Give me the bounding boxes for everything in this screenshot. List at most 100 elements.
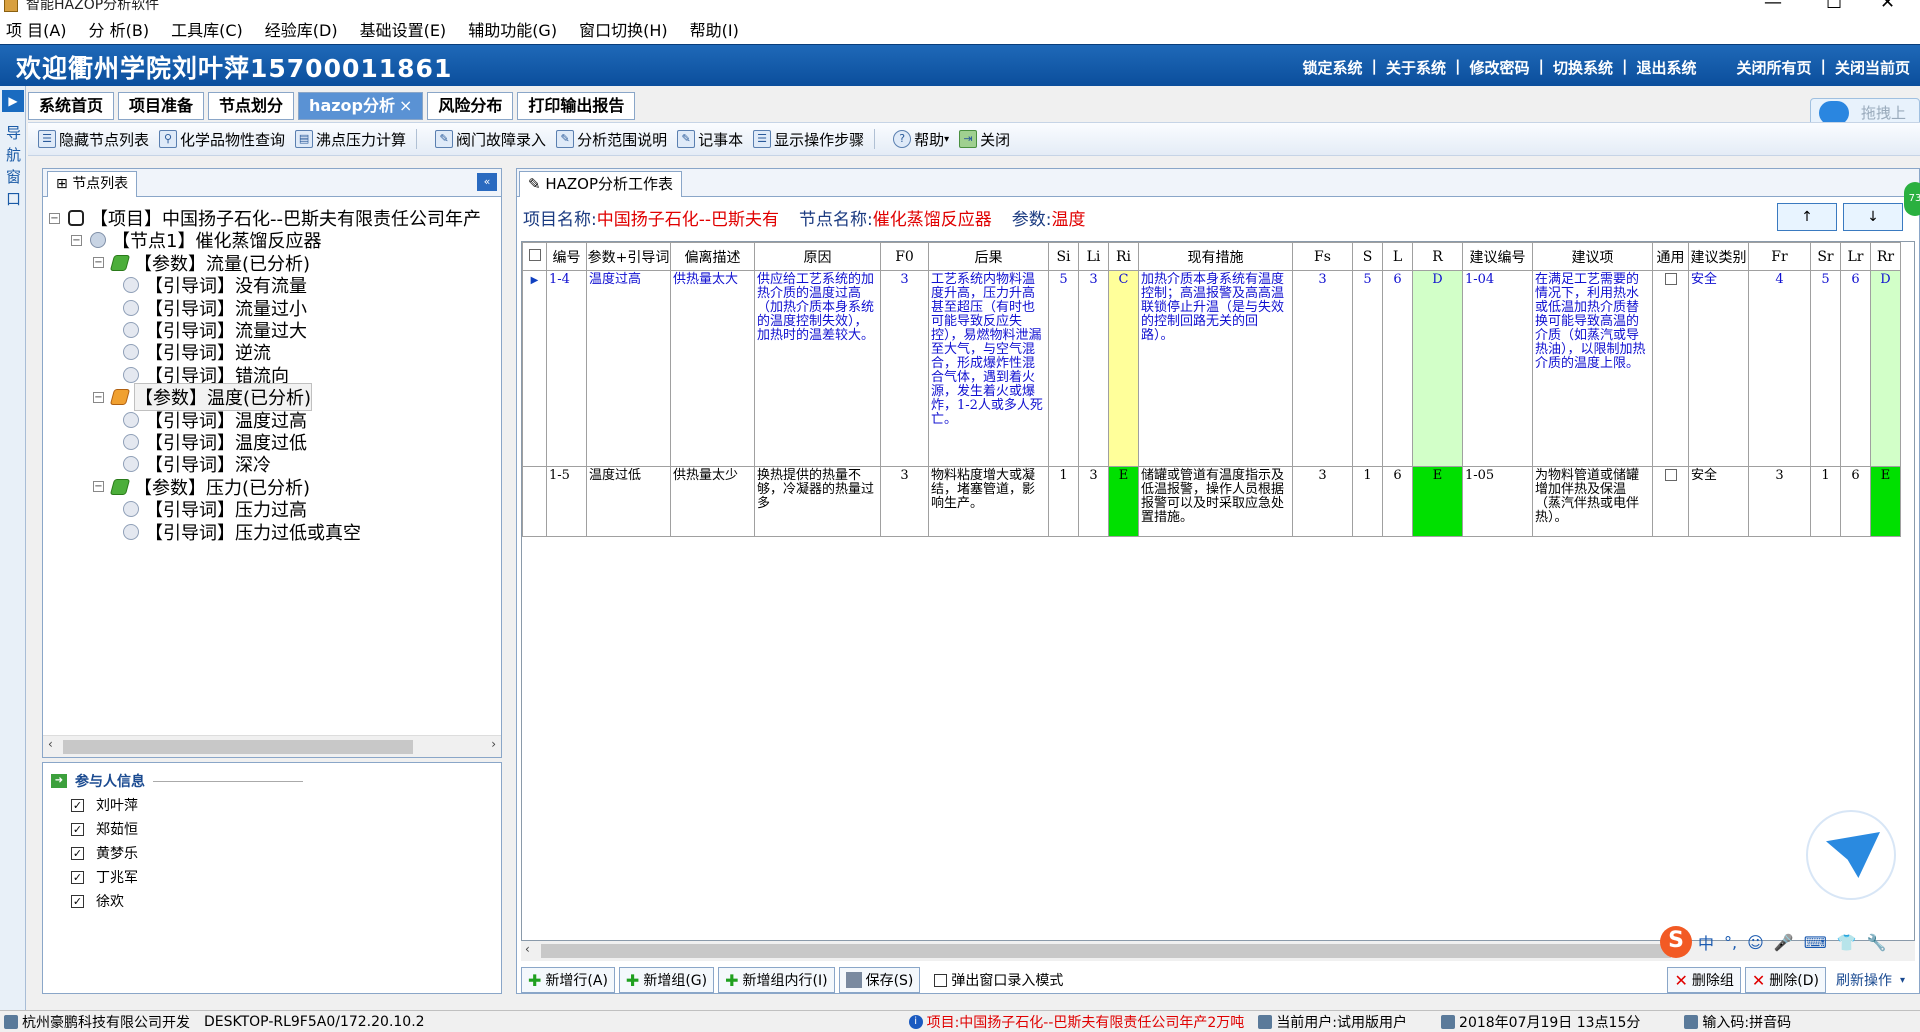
cell-ri[interactable]: C — [1108, 270, 1139, 467]
participant-item[interactable]: ✓ 丁兆军 — [71, 867, 138, 887]
notepad-button[interactable]: ✎ 记事本 — [677, 129, 743, 150]
about-system-link[interactable]: 关于系统 — [1386, 57, 1446, 78]
valve-fault-button[interactable]: ✎ 阀门故障录入 — [435, 129, 546, 150]
participant-item[interactable]: ✓ 郑茹恒 — [71, 819, 138, 839]
general-checkbox[interactable] — [1664, 273, 1677, 285]
delete-button[interactable]: ✕ 删除(D) — [1744, 967, 1826, 993]
column-header[interactable]: F0 — [880, 242, 929, 271]
column-header[interactable]: Rr — [1870, 242, 1901, 271]
move-up-button[interactable]: ↑ — [1777, 203, 1837, 231]
cell-s[interactable]: 5 — [1352, 270, 1383, 467]
column-header[interactable]: Fs — [1292, 242, 1353, 271]
menu-project[interactable]: 项 目(A) — [6, 17, 67, 41]
chemical-query-button[interactable]: ⚲ 化学品物性查询 — [159, 129, 285, 150]
nav-window-strip[interactable]: ▶ 导航窗口 — [0, 86, 26, 1010]
menu-window[interactable]: 窗口切换(H) — [579, 17, 668, 41]
cell-f0[interactable]: 3 — [880, 466, 929, 537]
delete-group-button[interactable]: ✕ 删除组 — [1667, 967, 1741, 993]
move-down-button[interactable]: ↓ — [1843, 203, 1903, 231]
node-list-tab[interactable]: ⊞ 节点列表 — [47, 171, 138, 197]
collapse-toggle-icon[interactable]: − — [93, 481, 104, 493]
floating-badge[interactable]: 73 — [1904, 182, 1920, 216]
worksheet-tab[interactable]: ✎ HAZOP分析工作表 — [519, 171, 683, 197]
tab-project-prep[interactable]: 项目准备 — [118, 92, 205, 120]
column-header[interactable]: L — [1382, 242, 1413, 271]
cell-id[interactable]: 1-4 — [546, 270, 587, 467]
column-header[interactable]: 建议类别 — [1688, 242, 1749, 271]
cell-sr[interactable]: 5 — [1810, 270, 1841, 467]
cell-li[interactable]: 3 — [1078, 466, 1109, 537]
participant-item[interactable]: ✓ 刘叶萍 — [71, 795, 138, 815]
column-header[interactable]: Sr — [1810, 242, 1841, 271]
tree-node-guide[interactable]: 【引导词】压力过低或真空 — [123, 519, 361, 545]
scroll-right-icon[interactable]: › — [491, 737, 496, 751]
scroll-thumb[interactable] — [63, 740, 413, 754]
cell-l[interactable]: 6 — [1382, 270, 1413, 467]
column-header[interactable]: 偏离描述 — [670, 242, 755, 271]
column-header[interactable]: 编号 — [546, 242, 587, 271]
cell-rr[interactable]: D — [1870, 270, 1901, 467]
checkbox-checked[interactable]: ✓ — [71, 798, 84, 812]
close-button[interactable]: ⇥ 关闭 — [959, 129, 1010, 150]
collapse-toggle-icon[interactable]: − — [71, 234, 82, 246]
table-row[interactable]: 1-5 温度过低 供热量太少 换热提供的热量不够，冷凝器的热量过多 3 物料粘度… — [522, 466, 1901, 537]
participant-item[interactable]: ✓ 黄梦乐 — [71, 843, 138, 863]
tab-print-report[interactable]: 打印输出报告 — [517, 92, 636, 120]
save-button[interactable]: 保存(S) — [838, 967, 921, 993]
column-header[interactable]: S — [1352, 242, 1383, 271]
assistant-bird-icon[interactable] — [1806, 810, 1896, 900]
add-group-button[interactable]: ✚ 新增组(G) — [618, 967, 715, 993]
checkbox-checked[interactable]: ✓ — [71, 822, 84, 836]
column-header[interactable]: Ri — [1108, 242, 1139, 271]
scroll-left-icon[interactable]: ‹ — [48, 737, 53, 751]
cell-suggestion[interactable]: 为物料管道或储罐增加伴热及保温（蒸汽伴热或电伴热）。 — [1532, 466, 1653, 537]
cell-category[interactable]: 安全 — [1688, 466, 1749, 537]
collapse-toggle-icon[interactable]: − — [49, 212, 60, 224]
column-header[interactable]: Lr — [1840, 242, 1871, 271]
cell-cause[interactable]: 供应给工艺系统的加热介质的温度过高（加热介质本身系统的温度控制失效），加热时的温… — [754, 270, 881, 467]
checkbox-checked[interactable]: ✓ — [71, 846, 84, 860]
boiling-pressure-button[interactable]: ▤ 沸点压力计算 — [295, 129, 406, 150]
cell-cause[interactable]: 换热提供的热量不够，冷凝器的热量过多 — [754, 466, 881, 537]
cell-suggestion-id[interactable]: 1-05 — [1462, 466, 1533, 537]
close-tab-icon[interactable]: × — [399, 96, 412, 115]
general-checkbox[interactable] — [1664, 469, 1677, 481]
cell-deviation[interactable]: 供热量太大 — [670, 270, 755, 467]
close-current-page-link[interactable]: 关闭当前页 — [1835, 57, 1910, 78]
cell-measures[interactable]: 储罐或管道有温度指示及低温报警，操作人员根据报警可以及时采取应急处置措施。 — [1138, 466, 1293, 537]
column-header[interactable]: 建议编号 — [1462, 242, 1533, 271]
menu-aux[interactable]: 辅助功能(G) — [468, 17, 557, 41]
cell-r[interactable]: D — [1412, 270, 1463, 467]
cell-deviation[interactable]: 供热量太少 — [670, 466, 755, 537]
column-header[interactable]: Fr — [1748, 242, 1811, 271]
cell-s[interactable]: 1 — [1352, 466, 1383, 537]
popup-mode-checkbox[interactable] — [934, 973, 948, 987]
cell-fr[interactable]: 3 — [1748, 466, 1811, 537]
column-header[interactable]: Li — [1078, 242, 1109, 271]
column-header[interactable]: R — [1412, 242, 1463, 271]
menu-analysis[interactable]: 分 析(B) — [89, 17, 150, 41]
column-header[interactable]: 建议项 — [1532, 242, 1653, 271]
exit-system-link[interactable]: 退出系统 — [1636, 57, 1696, 78]
tab-home[interactable]: 系统首页 — [28, 92, 115, 120]
scroll-thumb[interactable] — [541, 944, 1671, 958]
expand-nav-icon[interactable]: ▶ — [2, 90, 24, 112]
select-all-checkbox[interactable] — [528, 248, 541, 261]
column-header[interactable]: 通用 — [1652, 242, 1689, 271]
cell-si[interactable]: 5 — [1048, 270, 1079, 467]
collapse-toggle-icon[interactable]: − — [93, 391, 104, 403]
cell-general[interactable] — [1652, 466, 1689, 537]
sogou-ime-icon[interactable]: S — [1660, 926, 1692, 958]
menu-help[interactable]: 帮助(I) — [690, 17, 739, 41]
collapse-panel-icon[interactable]: « — [477, 173, 497, 191]
cell-consequence[interactable]: 物料粘度增大或凝结，堵塞管道，影响生产。 — [928, 466, 1049, 537]
cell-r[interactable]: E — [1412, 466, 1463, 537]
menu-tools[interactable]: 工具库(C) — [171, 17, 243, 41]
checkbox-checked[interactable]: ✓ — [71, 894, 84, 908]
ime-voice-icon[interactable]: 🎤 — [1774, 933, 1794, 952]
column-header[interactable]: 现有措施 — [1138, 242, 1293, 271]
analysis-scope-button[interactable]: ✎ 分析范围说明 — [556, 129, 667, 150]
column-header[interactable]: Si — [1048, 242, 1079, 271]
cell-general[interactable] — [1652, 270, 1689, 467]
refresh-button[interactable]: 刷新操作 ▾ — [1830, 967, 1911, 993]
